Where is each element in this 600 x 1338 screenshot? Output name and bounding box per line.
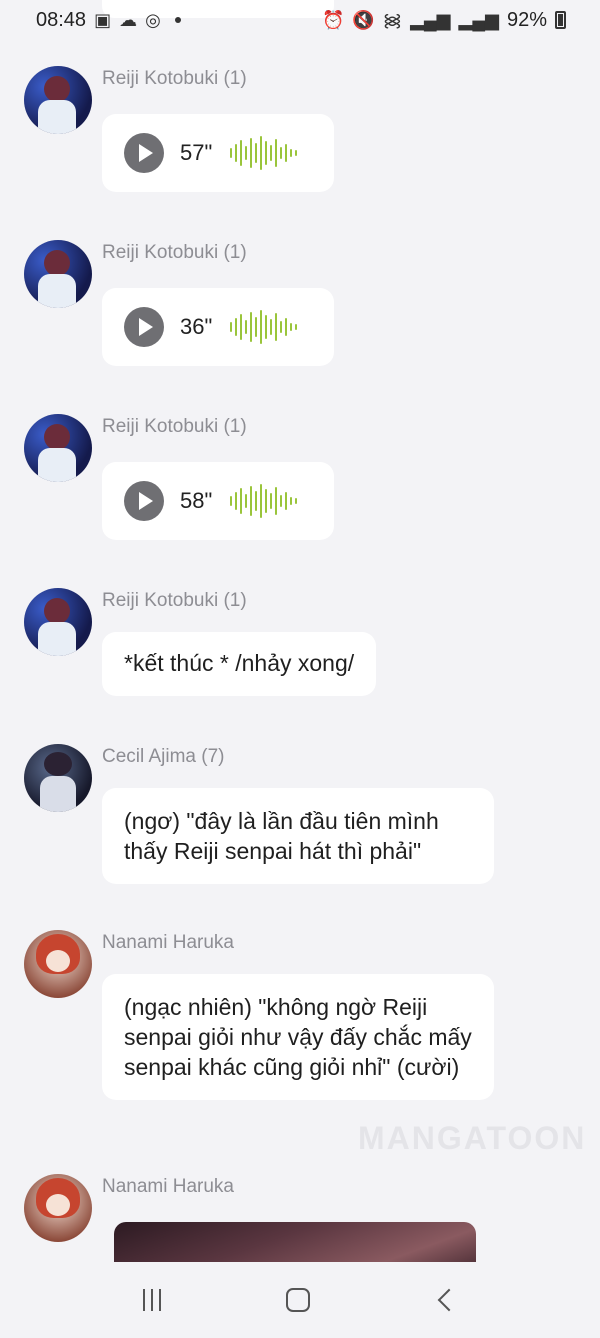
alarm-icon: ⏰ [321, 10, 345, 30]
waveform-icon [230, 135, 297, 171]
text-message-bubble[interactable]: *kết thúc * /nhảy xong/ [102, 632, 377, 696]
cloud-icon: ☁ [119, 10, 138, 30]
status-bar: 08:48 ▣ ☁ ◎ ⏰ 🔇 ᯼ ▂▄▆ ▂▄▆ 92% [0, 0, 600, 40]
voice-duration: 57" [180, 140, 213, 165]
sender-name: Reiji Kotobuki (1) [102, 590, 247, 611]
recents-icon[interactable] [142, 1289, 161, 1311]
signal-icon: ▂▄▆ [410, 10, 451, 30]
sender-name: Nanami Haruka [102, 932, 234, 953]
waveform-icon [230, 309, 297, 345]
battery-percent: 92% [506, 8, 547, 31]
voice-message-bubble[interactable]: 58" [102, 462, 334, 540]
voice-message-bubble[interactable]: 57" [102, 114, 334, 192]
back-icon[interactable] [437, 1288, 461, 1312]
text-message-bubble[interactable]: (ngơ) "đây là lần đầu tiên mình thấy Rei… [102, 788, 494, 884]
voice-duration: 36" [180, 314, 213, 339]
avatar-haruka[interactable] [24, 930, 92, 998]
navigation-bar [0, 1262, 600, 1338]
sender-name: Cecil Ajima (7) [102, 746, 225, 767]
avatar-reiji[interactable] [24, 240, 92, 308]
chat-feed[interactable]: Reiji Kotobuki (1) 57" Reiji Kotobuki (1… [0, 0, 600, 1262]
signal-icon: ▂▄▆ [458, 10, 499, 30]
notification-dot-icon [174, 17, 181, 23]
clock: 08:48 [36, 8, 87, 31]
play-icon[interactable] [124, 307, 164, 347]
home-icon[interactable] [285, 1288, 310, 1312]
battery-icon [555, 11, 566, 29]
avatar-reiji[interactable] [24, 588, 92, 656]
sender-name: Reiji Kotobuki (1) [102, 416, 247, 437]
avatar-reiji[interactable] [24, 414, 92, 482]
mute-icon: 🔇 [352, 10, 375, 30]
play-icon[interactable] [124, 133, 164, 173]
play-icon[interactable] [124, 481, 164, 521]
text-message-bubble[interactable]: (ngạc nhiên) "không ngờ Reiji senpai giỏ… [102, 974, 494, 1100]
voice-message-bubble[interactable]: 36" [102, 288, 334, 366]
instagram-icon: ◎ [145, 10, 161, 30]
waveform-icon [230, 483, 297, 519]
avatar-haruka[interactable] [24, 1174, 92, 1242]
sender-name: Reiji Kotobuki (1) [102, 242, 247, 263]
avatar-cecil[interactable] [24, 744, 92, 812]
avatar-reiji[interactable] [24, 66, 92, 134]
sender-name: Reiji Kotobuki (1) [102, 68, 247, 89]
gallery-icon: ▣ [94, 10, 112, 30]
wifi-icon: ᯼ [382, 10, 403, 30]
watermark-logo: MANGATOON [358, 1120, 587, 1156]
image-message[interactable] [114, 1222, 476, 1262]
sender-name: Nanami Haruka [102, 1176, 234, 1197]
voice-duration: 58" [180, 488, 213, 513]
